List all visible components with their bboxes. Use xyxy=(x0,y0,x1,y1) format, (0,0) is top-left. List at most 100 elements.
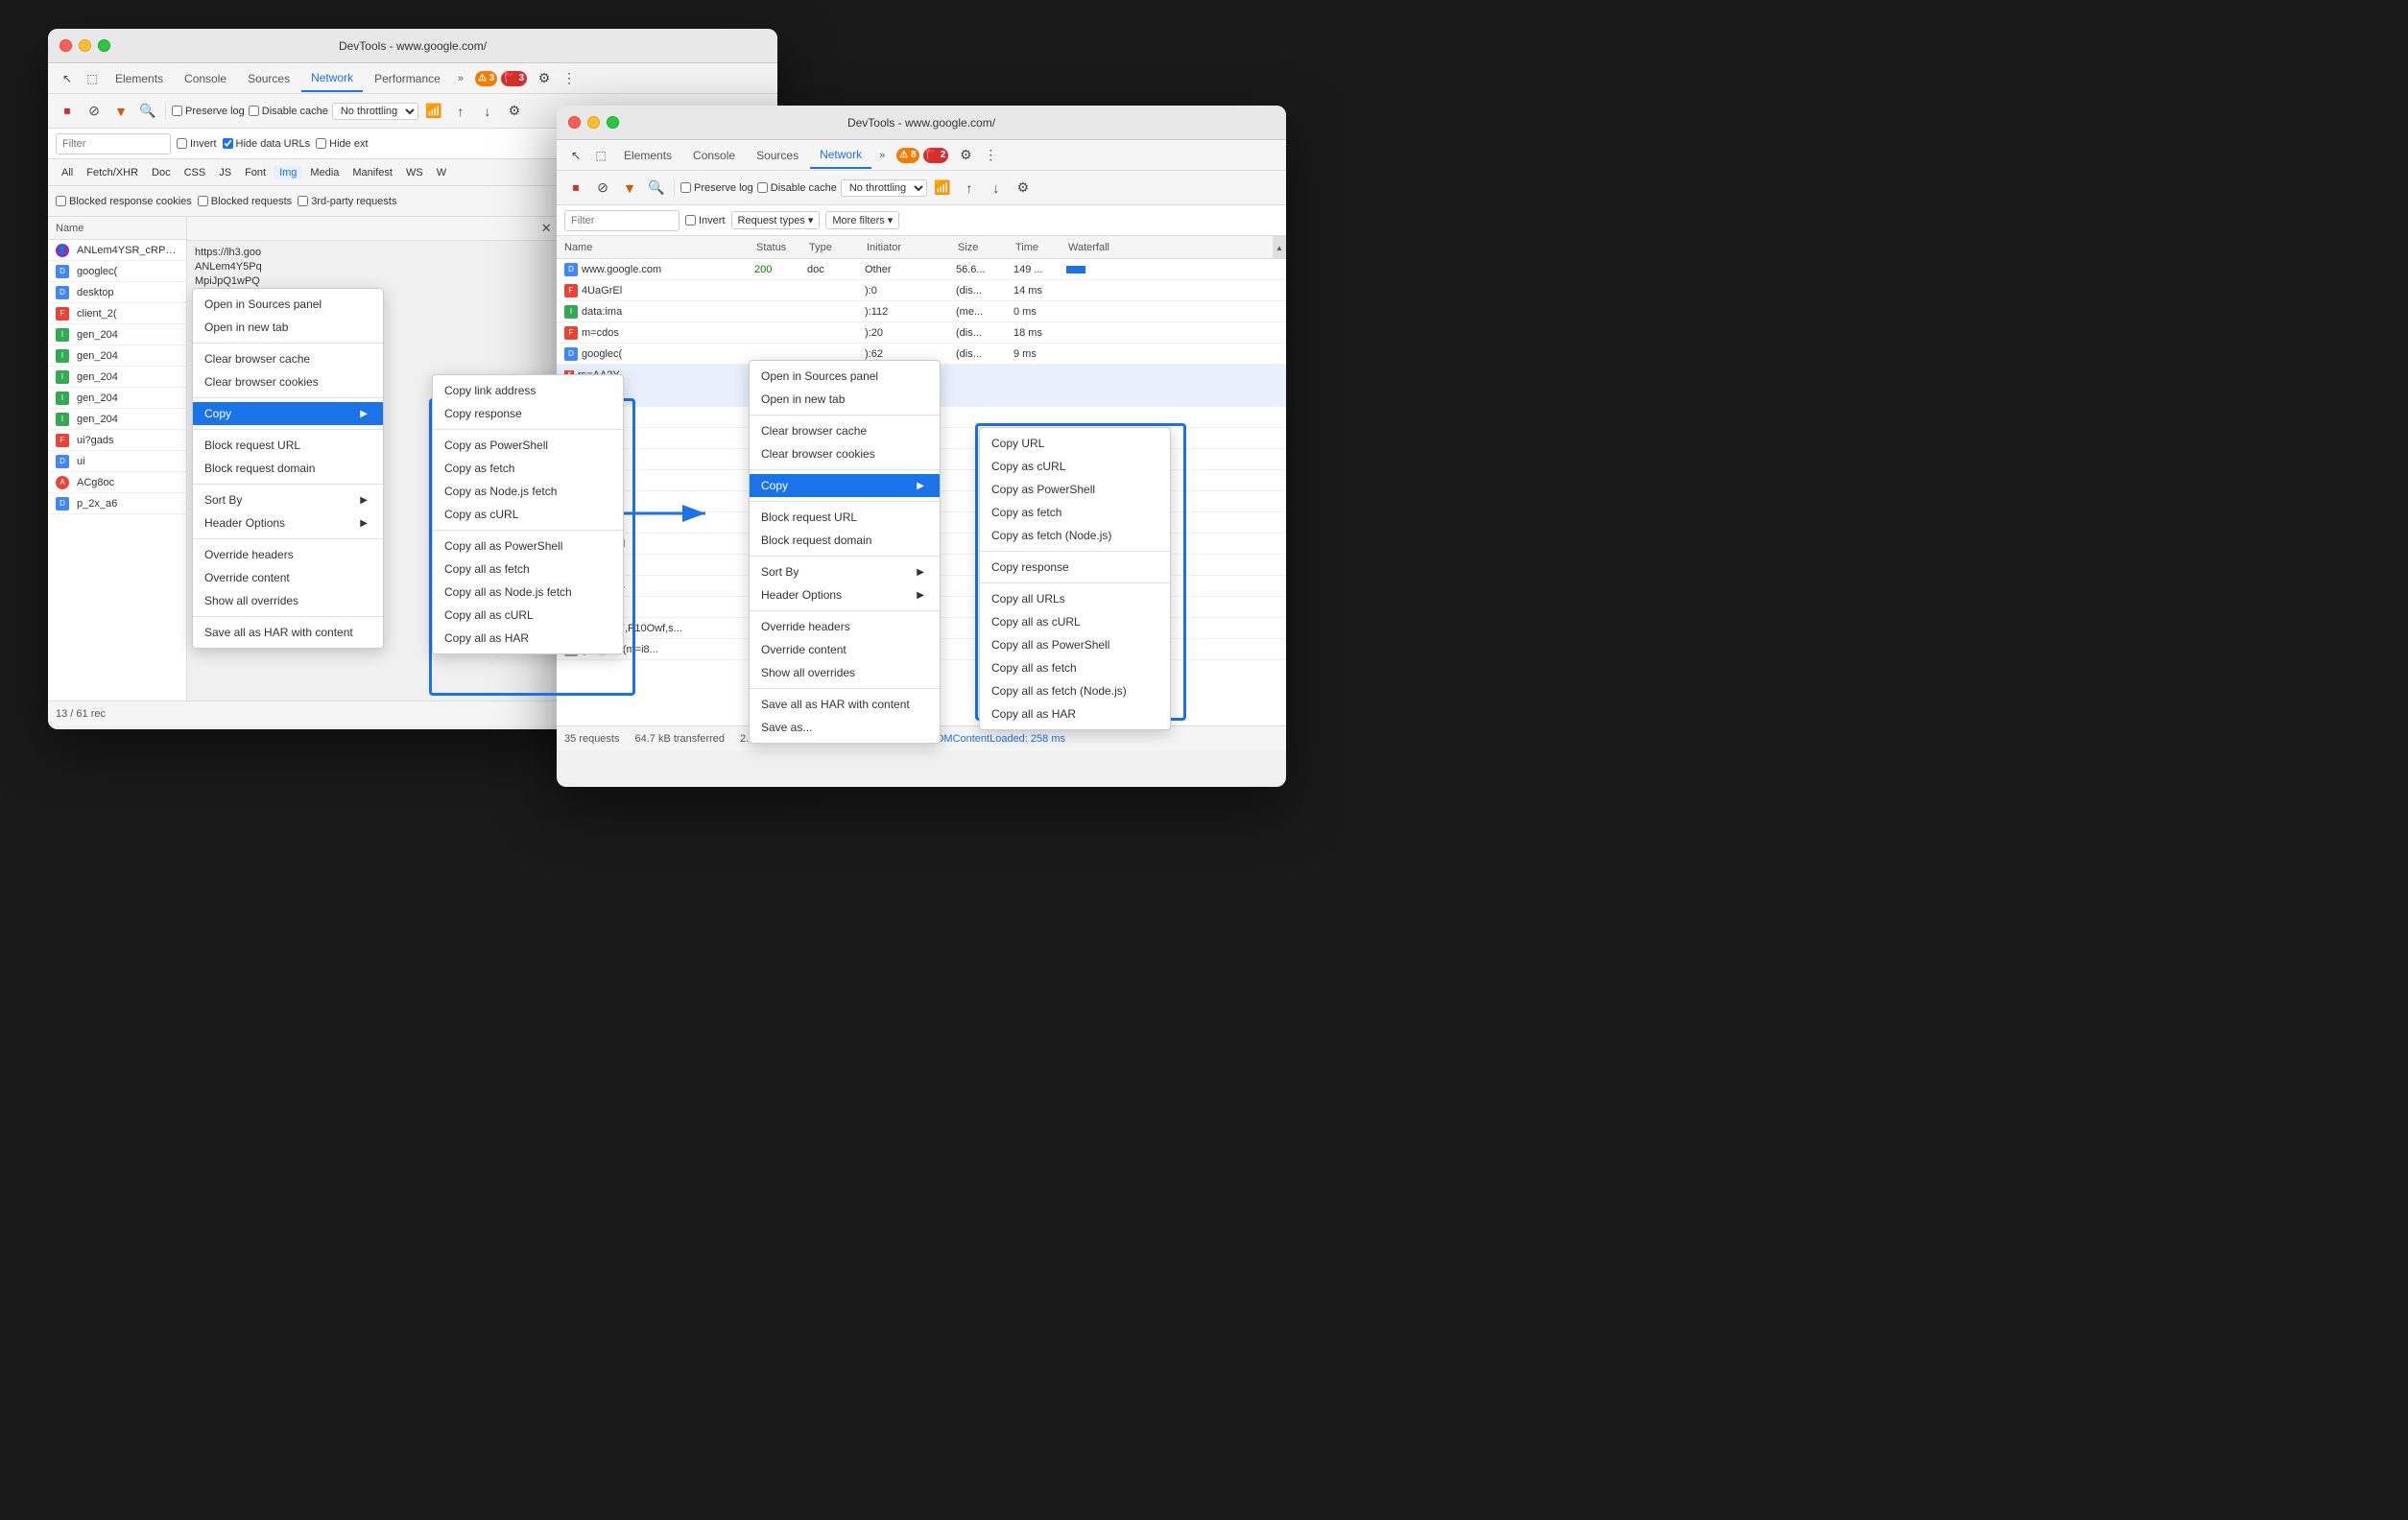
more-icon-1[interactable]: ⋮ xyxy=(558,67,581,90)
type-img-1[interactable]: Img xyxy=(274,166,302,179)
table-row[interactable]: D p_2x_a6 xyxy=(48,493,186,514)
third-party-label-1[interactable]: 3rd-party requests xyxy=(298,196,396,207)
throttle-select-1[interactable]: No throttling xyxy=(332,103,418,120)
menu-sort-by-1[interactable]: Sort By ▶ xyxy=(193,488,383,511)
menu-override-content-2[interactable]: Override content xyxy=(750,638,940,661)
blocked-response-cb-1[interactable] xyxy=(56,196,66,206)
menu-clear-cookies-2[interactable]: Clear browser cookies xyxy=(750,442,940,465)
menu-save-har-1[interactable]: Save all as HAR with content xyxy=(193,621,383,644)
menu-copy-response-1[interactable]: Copy response xyxy=(433,402,623,425)
type-manifest-1[interactable]: Manifest xyxy=(346,166,398,179)
network-conditions-2[interactable]: 📶 xyxy=(931,177,954,200)
menu-copy-all-har-2[interactable]: Copy all as HAR xyxy=(980,702,1170,725)
menu-copy-all-fetch-1[interactable]: Copy all as fetch xyxy=(433,558,623,581)
table-row[interactable]: I gen_204 xyxy=(48,345,186,367)
close-button-2[interactable] xyxy=(568,116,581,129)
menu-copy-curl-1[interactable]: Copy as cURL xyxy=(433,503,623,526)
search-icon-1[interactable]: 🔍 xyxy=(136,100,159,123)
table-row[interactable]: I gen_204 xyxy=(48,324,186,345)
table-row[interactable]: I gen_204 xyxy=(48,388,186,409)
network-settings-1[interactable]: ⚙ xyxy=(503,100,526,123)
disable-cache-label-2[interactable]: Disable cache xyxy=(757,182,837,194)
type-fetch-1[interactable]: Fetch/XHR xyxy=(81,166,144,179)
type-doc-1[interactable]: Doc xyxy=(146,166,177,179)
menu-save-har-2[interactable]: Save all as HAR with content xyxy=(750,693,940,716)
menu-copy-node-fetch-1[interactable]: Copy as Node.js fetch xyxy=(433,480,623,503)
menu-copy-powershell-1[interactable]: Copy as PowerShell xyxy=(433,434,623,457)
menu-sort-by-2[interactable]: Sort By ▶ xyxy=(750,560,940,583)
invert-cb-2[interactable] xyxy=(685,215,696,226)
table-row[interactable]: I gen_204 xyxy=(48,367,186,388)
blocked-requests-label-1[interactable]: Blocked requests xyxy=(198,196,292,207)
inspector-icon-1[interactable]: ⬚ xyxy=(81,67,104,90)
blocked-requests-cb-1[interactable] xyxy=(198,196,208,206)
menu-header-options-2[interactable]: Header Options ▶ xyxy=(750,583,940,606)
third-party-cb-1[interactable] xyxy=(298,196,308,206)
menu-copy-all-har-1[interactable]: Copy all as HAR xyxy=(433,627,623,650)
table-row[interactable]: D www.google.com 200 doc Other 56.6... 1… xyxy=(557,259,1286,280)
table-row[interactable]: F 4UaGrEl ):0 (dis... 14 ms xyxy=(557,280,1286,301)
menu-show-overrides-2[interactable]: Show all overrides xyxy=(750,661,940,684)
table-row[interactable]: A ACg8oc xyxy=(48,472,186,493)
clear-1[interactable]: ⊘ xyxy=(83,100,106,123)
table-row[interactable]: D desktop xyxy=(48,282,186,303)
menu-show-overrides-1[interactable]: Show all overrides xyxy=(193,589,383,612)
table-row[interactable]: F m=cdos ):20 (dis... 18 ms xyxy=(557,322,1286,344)
preserve-log-cb-2[interactable] xyxy=(680,182,691,193)
menu-copy-all-node-fetch-2[interactable]: Copy all as fetch (Node.js) xyxy=(980,679,1170,702)
cursor-icon-1[interactable]: ↖ xyxy=(56,67,79,90)
menu-copy-node-fetch-2[interactable]: Copy as fetch (Node.js) xyxy=(980,524,1170,547)
type-w-1[interactable]: W xyxy=(431,166,452,179)
tab-network-2[interactable]: Network xyxy=(810,142,871,169)
invert-label-1[interactable]: Invert xyxy=(177,138,217,150)
hide-ext-cb-1[interactable] xyxy=(316,138,326,149)
menu-open-tab-1[interactable]: Open in new tab xyxy=(193,316,383,339)
menu-clear-cache-2[interactable]: Clear browser cache xyxy=(750,419,940,442)
menu-save-as-2[interactable]: Save as... xyxy=(750,716,940,739)
settings-icon-1[interactable]: ⚙ xyxy=(533,67,556,90)
table-row[interactable]: D ui xyxy=(48,451,186,472)
network-conditions-1[interactable]: 📶 xyxy=(422,100,445,123)
menu-block-url-1[interactable]: Block request URL xyxy=(193,434,383,457)
menu-override-headers-1[interactable]: Override headers xyxy=(193,543,383,566)
menu-copy-fetch-1[interactable]: Copy as fetch xyxy=(433,457,623,480)
scroll-up-btn[interactable]: ▲ xyxy=(1273,236,1286,259)
type-all-1[interactable]: All xyxy=(56,166,79,179)
tab-elements-2[interactable]: Elements xyxy=(614,142,681,169)
table-row[interactable]: 👤 ANLem4YSR_cRPN...U5 xyxy=(48,240,186,261)
menu-open-sources-1[interactable]: Open in Sources panel xyxy=(193,293,383,316)
hide-data-urls-cb-1[interactable] xyxy=(223,138,233,149)
minimize-button-1[interactable] xyxy=(79,39,91,52)
filter-input-1[interactable] xyxy=(56,133,171,154)
menu-copy-all-powershell-1[interactable]: Copy all as PowerShell xyxy=(433,534,623,558)
tab-sources-1[interactable]: Sources xyxy=(238,65,299,92)
preserve-log-label-1[interactable]: Preserve log xyxy=(172,106,245,117)
menu-copy-all-curl-2[interactable]: Copy all as cURL xyxy=(980,610,1170,633)
type-css-1[interactable]: CSS xyxy=(179,166,212,179)
panel-close-1[interactable]: ✕ xyxy=(534,217,560,240)
table-row[interactable]: F ui?gads xyxy=(48,430,186,451)
table-row[interactable]: F client_2( xyxy=(48,303,186,324)
menu-override-content-1[interactable]: Override content xyxy=(193,566,383,589)
menu-copy-all-node-fetch-1[interactable]: Copy all as Node.js fetch xyxy=(433,581,623,604)
hide-data-urls-label-1[interactable]: Hide data URLs xyxy=(223,138,311,150)
preserve-log-label-2[interactable]: Preserve log xyxy=(680,182,753,194)
inspector-icon-2[interactable]: ⬚ xyxy=(589,144,612,167)
filter-input-2[interactable] xyxy=(564,210,679,231)
menu-open-sources-2[interactable]: Open in Sources panel xyxy=(750,365,940,388)
menu-block-url-2[interactable]: Block request URL xyxy=(750,506,940,529)
download-icon-2[interactable]: ↓ xyxy=(985,177,1008,200)
upload-icon-2[interactable]: ↑ xyxy=(958,177,981,200)
disable-cache-cb-1[interactable] xyxy=(249,106,259,116)
type-ws-1[interactable]: WS xyxy=(400,166,429,179)
table-row[interactable]: D googlec( xyxy=(48,261,186,282)
menu-clear-cache-1[interactable]: Clear browser cache xyxy=(193,347,383,370)
menu-copy-all-powershell-2[interactable]: Copy all as PowerShell xyxy=(980,633,1170,656)
request-types-btn-2[interactable]: Request types ▾ xyxy=(731,211,821,229)
stop-recording-2[interactable]: ⏹ xyxy=(564,177,587,200)
maximize-button-2[interactable] xyxy=(607,116,619,129)
menu-block-domain-2[interactable]: Block request domain xyxy=(750,529,940,552)
table-row[interactable]: I gen_204 xyxy=(48,409,186,430)
menu-copy-powershell-2[interactable]: Copy as PowerShell xyxy=(980,478,1170,501)
table-row[interactable]: I data:ima ):112 (me... 0 ms xyxy=(557,301,1286,322)
